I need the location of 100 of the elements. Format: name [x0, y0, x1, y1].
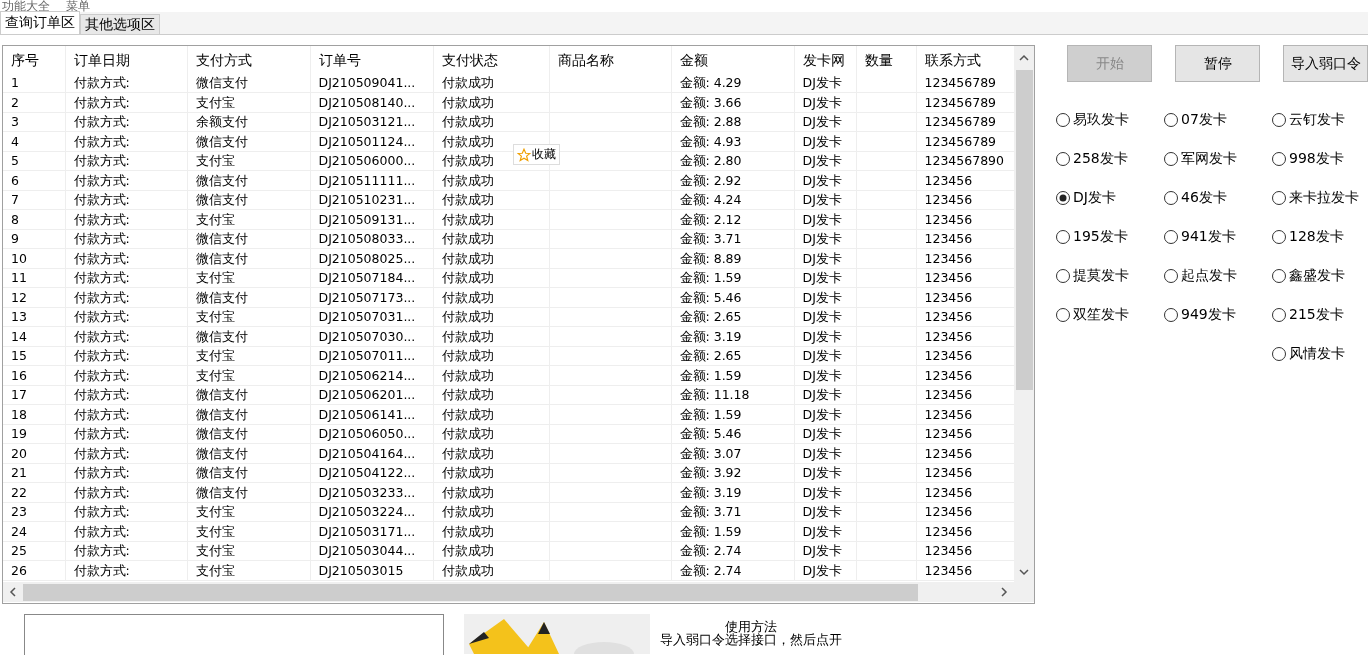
radio-button[interactable] — [1271, 190, 1287, 206]
table-cell: DJ210506201... — [310, 385, 433, 405]
table-cell: 付款成功 — [433, 190, 549, 210]
table-cell: 付款成功 — [433, 521, 549, 541]
column-header[interactable]: 发卡网 — [794, 46, 856, 73]
table-cell: 20 — [3, 443, 65, 463]
radio-label[interactable]: 风情发卡 — [1289, 345, 1345, 363]
table-cell: 付款方式: — [65, 326, 187, 346]
menu-item[interactable]: 菜单 — [66, 0, 90, 12]
table-cell: 付款方式: — [65, 209, 187, 229]
radio-button[interactable] — [1163, 307, 1179, 323]
radio-button[interactable] — [1163, 229, 1179, 245]
radio-label[interactable]: 提莫发卡 — [1073, 267, 1129, 285]
tab[interactable]: 其他选项区 — [80, 14, 160, 34]
table-cell: 支付宝 — [187, 521, 310, 541]
table-cell: DJ210503171... — [310, 521, 433, 541]
table-cell: DJ发卡 — [794, 307, 856, 327]
table-cell: 25 — [3, 541, 65, 561]
table-cell: 支付宝 — [187, 541, 310, 561]
radio-button[interactable] — [1163, 268, 1179, 284]
table-cell: 付款成功 — [433, 502, 549, 522]
radio-button[interactable] — [1055, 229, 1071, 245]
table-cell: 付款成功 — [433, 268, 549, 288]
radio-label[interactable]: 215发卡 — [1289, 306, 1344, 324]
radio-label[interactable]: 128发卡 — [1289, 228, 1344, 246]
table-cell: DJ210503015 — [310, 560, 433, 580]
table-cell: 金额: 2.65 — [671, 346, 794, 366]
radio-label[interactable]: 云钉发卡 — [1289, 111, 1345, 129]
column-header[interactable]: 数量 — [856, 46, 916, 73]
table-cell: 12 — [3, 287, 65, 307]
table-cell: DJ发卡 — [794, 287, 856, 307]
table-cell: DJ发卡 — [794, 443, 856, 463]
radio-label[interactable]: 998发卡 — [1289, 150, 1344, 168]
column-header[interactable]: 商品名称 — [549, 46, 671, 73]
column-header[interactable]: 序号 — [3, 46, 65, 73]
table-cell: DJ发卡 — [794, 463, 856, 483]
radio-button[interactable] — [1163, 151, 1179, 167]
table-cell: 金额: 2.74 — [671, 560, 794, 580]
table-cell: 付款方式: — [65, 346, 187, 366]
table-cell: 金额: 3.19 — [671, 326, 794, 346]
radio-button[interactable] — [1271, 151, 1287, 167]
table-cell: 2 — [3, 92, 65, 112]
table-cell: 付款成功 — [433, 424, 549, 444]
horizontal-scrollbar[interactable] — [3, 582, 1034, 602]
table-cell: DJ发卡 — [794, 521, 856, 541]
radio-label[interactable]: 949发卡 — [1181, 306, 1236, 324]
action-button[interactable]: 暂停 — [1175, 45, 1260, 82]
radio-button[interactable] — [1055, 190, 1071, 206]
tab[interactable]: 查询订单区 — [0, 11, 80, 34]
table-cell: 9 — [3, 229, 65, 249]
table-cell: 付款方式: — [65, 541, 187, 561]
scroll-thumb[interactable] — [23, 583, 918, 601]
column-header[interactable]: 支付状态 — [433, 46, 549, 73]
table-cell: 金额: 2.80 — [671, 151, 794, 171]
table-cell: DJ210509131... — [310, 209, 433, 229]
radio-label[interactable]: 195发卡 — [1073, 228, 1128, 246]
radio-label[interactable]: 鑫盛发卡 — [1289, 267, 1345, 285]
radio-button[interactable] — [1271, 112, 1287, 128]
table-cell: 微信支付 — [187, 287, 310, 307]
menu-item[interactable]: 功能大全 — [2, 0, 50, 12]
column-header[interactable]: 支付方式 — [187, 46, 310, 73]
radio-button[interactable] — [1271, 307, 1287, 323]
column-header[interactable]: 订单日期 — [65, 46, 187, 73]
radio-label[interactable]: 起点发卡 — [1181, 267, 1237, 285]
radio-button[interactable] — [1163, 112, 1179, 128]
radio-label[interactable]: 双笙发卡 — [1073, 306, 1129, 324]
radio-label[interactable]: 258发卡 — [1073, 150, 1128, 168]
table-cell: 付款方式: — [65, 229, 187, 249]
radio-label[interactable]: 46发卡 — [1181, 189, 1227, 207]
table-cell: 付款成功 — [433, 112, 549, 132]
radio-label[interactable]: 941发卡 — [1181, 228, 1236, 246]
radio-button[interactable] — [1055, 151, 1071, 167]
table-cell: 金额: 1.59 — [671, 521, 794, 541]
table-cell: 24 — [3, 521, 65, 541]
radio-label[interactable]: 来卡拉发卡 — [1289, 189, 1359, 207]
table-cell: 付款成功 — [433, 326, 549, 346]
table-cell: 金额: 5.46 — [671, 287, 794, 307]
action-button[interactable]: 导入弱口令 — [1283, 45, 1368, 82]
column-header[interactable]: 金额 — [671, 46, 794, 73]
table-cell: 微信支付 — [187, 170, 310, 190]
radio-button[interactable] — [1271, 346, 1287, 362]
radio-label[interactable]: 07发卡 — [1181, 111, 1227, 129]
column-header[interactable]: 订单号 — [310, 46, 433, 73]
scroll-thumb[interactable] — [1015, 70, 1033, 390]
radio-button[interactable] — [1271, 268, 1287, 284]
table-cell: 支付宝 — [187, 365, 310, 385]
radio-button[interactable] — [1163, 190, 1179, 206]
table-cell: 微信支付 — [187, 463, 310, 483]
table-cell: 付款成功 — [433, 346, 549, 366]
table-cell: 金额: 3.07 — [671, 443, 794, 463]
radio-button[interactable] — [1055, 112, 1071, 128]
radio-button[interactable] — [1271, 229, 1287, 245]
vertical-scrollbar[interactable] — [1014, 46, 1034, 582]
radio-label[interactable]: 易玖发卡 — [1073, 111, 1129, 129]
radio-button[interactable] — [1055, 307, 1071, 323]
star-icon — [517, 147, 531, 162]
radio-label[interactable]: DJ发卡 — [1073, 189, 1116, 207]
radio-button[interactable] — [1055, 268, 1071, 284]
radio-label[interactable]: 军网发卡 — [1181, 150, 1237, 168]
table-cell: DJ发卡 — [794, 190, 856, 210]
